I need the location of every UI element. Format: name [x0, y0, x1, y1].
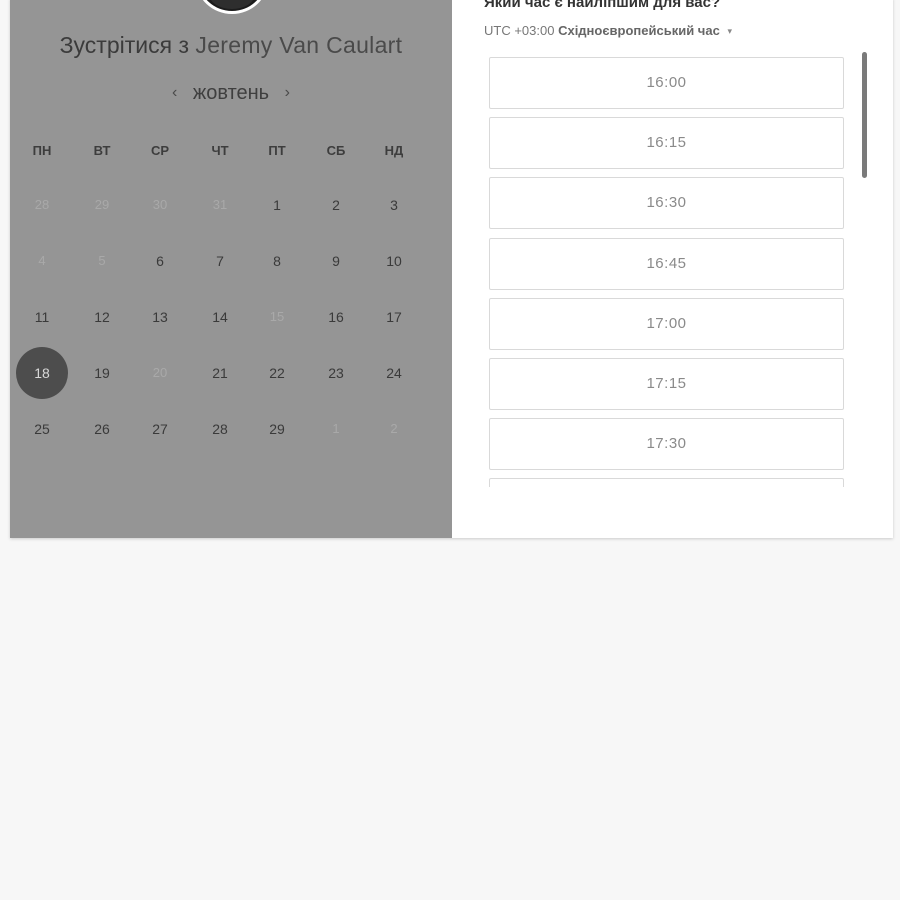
booking-widget: Зустрітися з Jeremy Van Caulart ‹ жовтен…	[10, 0, 893, 538]
meeting-title: Зустрітися з Jeremy Van Caulart	[10, 32, 452, 59]
month-navigation: ‹ жовтень ›	[10, 82, 452, 105]
timezone-name: Східноєвропейський час	[558, 23, 720, 38]
weekday-header: СБ	[326, 143, 346, 158]
calendar-day[interactable]: 6	[134, 251, 186, 271]
calendar-day[interactable]: 28	[194, 419, 246, 439]
calendar-day[interactable]: 21	[194, 363, 246, 383]
time-slot-button[interactable]: 16:30	[489, 177, 844, 230]
calendar-day: 4	[38, 253, 46, 268]
month-label: жовтень	[192, 82, 270, 104]
calendar-day[interactable]: 17	[368, 307, 420, 327]
weekday-header: НД	[384, 143, 404, 158]
time-slot-list: 16:00 16:15 16:30 16:45 17:00 17:15 17:30	[489, 57, 846, 487]
calendar-day[interactable]: 7	[194, 251, 246, 271]
calendar-day: 29	[94, 197, 110, 212]
calendar-day: 20	[152, 365, 168, 380]
calendar-day[interactable]: 25	[16, 419, 68, 439]
calendar-day[interactable]: 27	[134, 419, 186, 439]
calendar-day: 2	[390, 421, 398, 436]
time-slot-button[interactable]: 17:30	[489, 418, 844, 471]
time-slot-button[interactable]: 17:15	[489, 358, 844, 410]
calendar-day[interactable]: 26	[76, 419, 128, 439]
time-slot-button[interactable]: 17:00	[489, 297, 844, 350]
calendar-day: 31	[212, 197, 228, 212]
calendar-day[interactable]: 24	[368, 363, 420, 383]
calendar-day[interactable]: 23	[310, 363, 362, 383]
calendar-day: 30	[152, 197, 168, 212]
time-slot-button[interactable]: 16:00	[489, 57, 844, 109]
calendar-day[interactable]: 3	[368, 195, 420, 215]
host-avatar	[196, 0, 268, 14]
calendar-day[interactable]: 13	[134, 307, 186, 327]
host-name: Jeremy Van Caulart	[195, 32, 403, 58]
time-question: Який час є найліпшим для вас?	[484, 0, 721, 11]
calendar-day: 15	[269, 309, 285, 324]
time-slot-button[interactable]: 16:15	[489, 117, 844, 170]
weekday-header: ПТ	[268, 143, 286, 158]
time-slot-button[interactable]: 16:45	[489, 237, 844, 290]
calendar-day[interactable]: 8	[251, 251, 303, 271]
slot-list-scrollbar[interactable]	[862, 52, 867, 178]
time-panel: Який час є найліпшим для вас? UTC +03:00…	[452, 0, 893, 538]
calendar-day[interactable]: 14	[194, 307, 246, 327]
weekday-header: ЧТ	[211, 143, 229, 158]
chevron-right-icon[interactable]: ›	[275, 84, 300, 102]
calendar-day[interactable]: 12	[76, 307, 128, 327]
calendar-day[interactable]: 11	[16, 307, 68, 327]
weekday-header: ПН	[32, 143, 52, 158]
avatar-photo	[209, 0, 255, 9]
caret-down-icon: ▾	[727, 26, 732, 36]
weekday-header: ВТ	[93, 143, 111, 158]
meeting-title-prefix: Зустрітися з	[59, 32, 189, 58]
calendar-day[interactable]: 2	[310, 195, 362, 215]
calendar-day[interactable]: 29	[251, 419, 303, 439]
calendar-panel: Зустрітися з Jeremy Van Caulart ‹ жовтен…	[10, 0, 452, 538]
calendar-day[interactable]: 10	[368, 251, 420, 271]
calendar-day[interactable]: 19	[76, 363, 128, 383]
calendar-day[interactable]: 22	[251, 363, 303, 383]
calendar-day: 5	[98, 253, 106, 268]
timezone-selector[interactable]: UTC +03:00 Східноєвропейський час ▾	[484, 23, 732, 38]
chevron-left-icon[interactable]: ‹	[162, 84, 187, 102]
calendar-day: 28	[34, 197, 50, 212]
weekday-header: СР	[150, 143, 170, 158]
calendar-day[interactable]: 16	[310, 307, 362, 327]
time-slot-button[interactable]	[489, 478, 844, 487]
timezone-offset: UTC +03:00	[484, 23, 555, 38]
calendar-day[interactable]: 1	[251, 195, 303, 215]
calendar-day[interactable]: 9	[310, 251, 362, 271]
calendar-day: 1	[332, 421, 340, 436]
selected-day[interactable]: 18	[16, 347, 68, 399]
